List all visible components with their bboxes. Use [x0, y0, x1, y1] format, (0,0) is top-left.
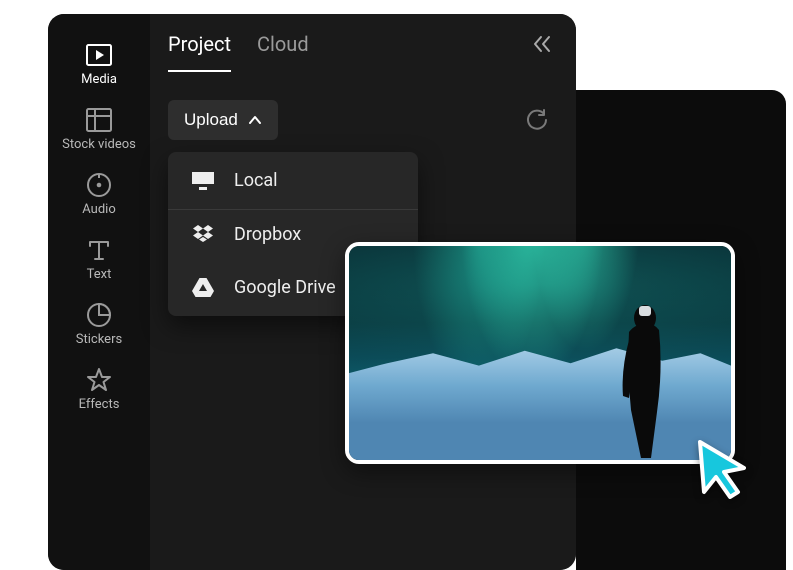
sidebar-item-media[interactable]: Media	[48, 38, 150, 91]
menu-item-label: Google Drive	[234, 277, 336, 298]
dropbox-icon	[192, 225, 214, 245]
chevron-up-icon	[248, 115, 262, 125]
audio-icon	[86, 172, 112, 198]
media-icon	[86, 42, 112, 68]
sidebar-item-label: Text	[87, 267, 112, 282]
menu-item-local[interactable]: Local	[168, 152, 418, 210]
refresh-icon	[526, 109, 548, 131]
sidebar-item-text[interactable]: Text	[48, 233, 150, 286]
upload-button-label: Upload	[184, 110, 238, 130]
thumbnail-image-person	[607, 300, 677, 460]
effects-icon	[86, 367, 112, 393]
sidebar-item-stickers[interactable]: Stickers	[48, 298, 150, 351]
stock-videos-icon	[86, 107, 112, 133]
google-drive-icon	[192, 278, 214, 298]
menu-item-label: Local	[234, 170, 278, 191]
sidebar-item-label: Stickers	[76, 332, 122, 347]
sidebar-item-stock-videos[interactable]: Stock videos	[48, 103, 150, 156]
media-thumbnail[interactable]	[345, 242, 735, 464]
sidebar-item-label: Audio	[82, 202, 115, 217]
sidebar-item-label: Effects	[79, 397, 120, 412]
stickers-icon	[86, 302, 112, 328]
chevron-double-left-icon	[532, 34, 554, 54]
toolbar: Upload	[168, 100, 558, 140]
upload-button[interactable]: Upload	[168, 100, 278, 140]
refresh-button[interactable]	[526, 109, 548, 131]
text-icon	[86, 237, 112, 263]
monitor-icon	[192, 172, 214, 190]
sidebar-item-label: Media	[81, 72, 117, 87]
collapse-panel-button[interactable]	[532, 34, 554, 54]
tab-project[interactable]: Project	[168, 32, 231, 72]
sidebar-item-label: Stock videos	[62, 137, 136, 152]
sidebar-item-effects[interactable]: Effects	[48, 363, 150, 416]
tabs: Project Cloud	[168, 32, 558, 72]
cursor-pointer-icon	[694, 438, 752, 500]
menu-item-label: Dropbox	[234, 224, 301, 245]
sidebar-item-audio[interactable]: Audio	[48, 168, 150, 221]
tab-cloud[interactable]: Cloud	[257, 32, 309, 72]
sidebar: Media Stock videos Audio Text Stickers	[48, 14, 150, 570]
